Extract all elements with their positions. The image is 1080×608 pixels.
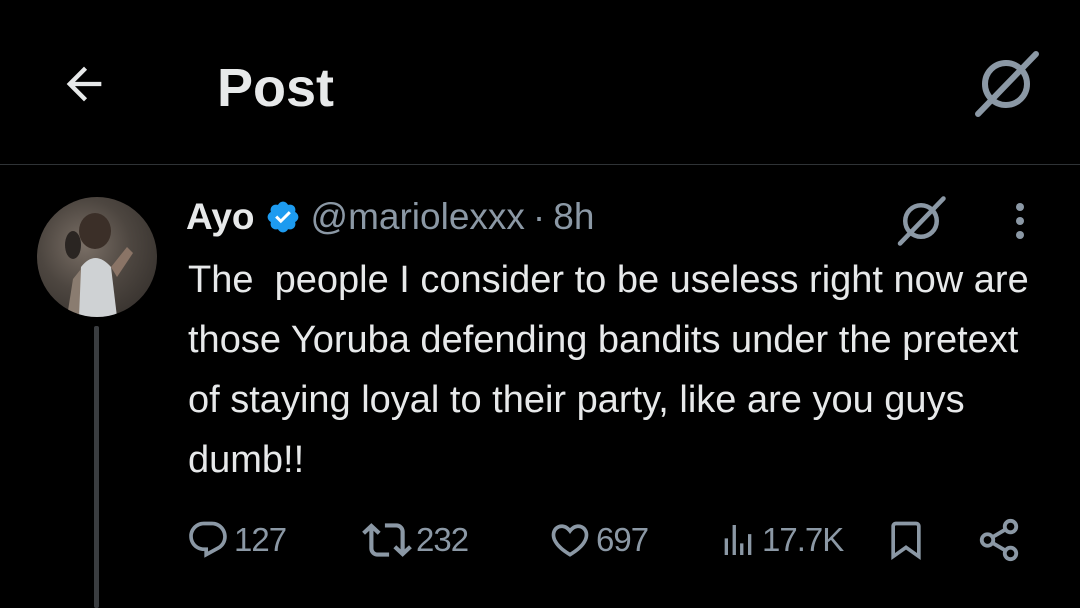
reply-icon (189, 521, 227, 558)
grok-button[interactable] (968, 46, 1044, 122)
thread-line (94, 326, 99, 608)
avatar-photo (65, 213, 133, 317)
repost-button[interactable]: 232 (362, 512, 469, 568)
repost-count: 232 (416, 521, 469, 558)
views-icon (724, 525, 752, 555)
share-icon (979, 518, 1019, 562)
author-name[interactable]: Ayo (186, 196, 255, 238)
more-options-button[interactable] (1000, 196, 1040, 246)
views-count: 17.7K (762, 521, 844, 558)
grok-icon (975, 51, 1039, 117)
more-vertical-icon (1016, 203, 1024, 239)
grok-explain-button[interactable] (893, 193, 949, 249)
like-button[interactable]: 697 (548, 512, 649, 568)
post-time[interactable]: 8h (553, 196, 594, 238)
post-text: The people I consider to be useless righ… (188, 259, 1040, 481)
separator-dot: · (532, 196, 546, 237)
post-actions: 127 232 697 17.7K (186, 512, 1036, 568)
avatar[interactable] (37, 197, 157, 317)
back-button[interactable] (56, 56, 112, 112)
share-button[interactable] (976, 512, 1022, 568)
reply-button[interactable]: 127 (186, 512, 287, 568)
grok-icon (897, 196, 946, 246)
bookmark-button[interactable] (884, 512, 928, 568)
page-title: Post (217, 58, 335, 118)
post-header: Ayo @mariolexxx · 8h (186, 195, 594, 239)
author-handle[interactable]: @mariolexxx (311, 196, 525, 238)
bookmark-icon (891, 521, 921, 561)
top-app-bar: Post (0, 0, 1080, 165)
reply-count: 127 (234, 521, 287, 558)
repost-icon (362, 523, 412, 557)
heart-icon (551, 524, 589, 557)
views-button[interactable]: 17.7K (718, 512, 844, 568)
verified-badge-icon (265, 199, 301, 235)
arrow-left-icon (66, 66, 102, 102)
like-count: 697 (596, 521, 649, 558)
